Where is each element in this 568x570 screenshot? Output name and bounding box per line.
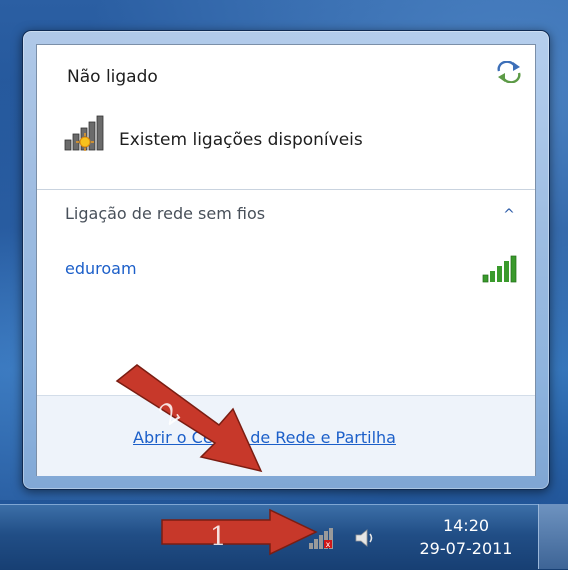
collapse-chevron-icon[interactable]: ^ [499,205,519,225]
svg-text:x: x [326,540,331,549]
step-1-label: 1 [210,522,227,552]
divider [37,189,535,190]
clock-date: 29-07-2011 [419,539,513,558]
signal-strength-icon [482,255,517,283]
network-name: eduroam [65,259,137,278]
arrow-1-annotation [161,508,318,556]
wireless-available-icon [64,115,104,151]
network-flyout: Não ligado Existem ligações disponíveis … [36,44,536,476]
status-title: Não ligado [67,67,158,87]
section-title-wireless: Ligação de rede sem fios [65,204,266,223]
system-clock[interactable]: 14:20 29-07-2011 [406,514,526,560]
show-desktop-button[interactable] [538,504,568,569]
availability-text: Existem ligações disponíveis [119,130,363,150]
volume-icon[interactable] [353,527,379,549]
network-item-eduroam[interactable]: eduroam [47,251,525,285]
arrow-2-annotation [115,364,263,473]
refresh-icon[interactable] [495,61,523,83]
clock-time: 14:20 [442,516,490,535]
network-icon[interactable]: x [307,527,337,551]
